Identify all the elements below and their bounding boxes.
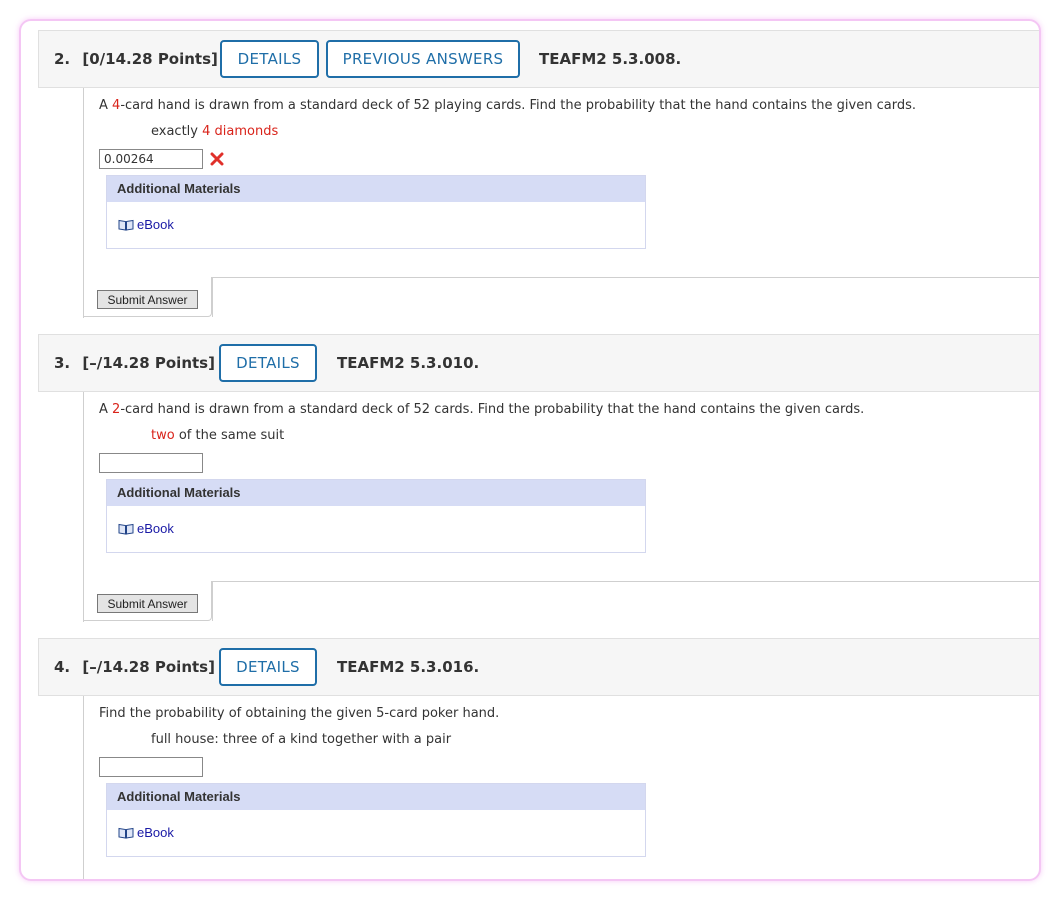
question-number-label: 4. [54, 658, 71, 676]
question-text-suffix: -card hand is drawn from a standard deck… [120, 98, 916, 113]
question-text: A 2-card hand is drawn from a standard d… [99, 402, 864, 417]
answer-input[interactable] [99, 453, 203, 473]
question-number-label: 3. [54, 354, 71, 372]
question-body: A 2-card hand is drawn from a standard d… [83, 392, 1039, 622]
question-body: A 4-card hand is drawn from a standard d… [83, 88, 1039, 318]
divider [212, 581, 1039, 582]
ebook-link[interactable]: eBook [118, 521, 174, 536]
question-header: 2. [0/14.28 Points] DETAILS PREVIOUS ANS… [38, 30, 1039, 88]
additional-materials-panel: Additional Materials eBook [106, 479, 646, 553]
additional-materials-title: Additional Materials [107, 784, 645, 810]
question-text-prefix: A [99, 402, 113, 417]
additional-materials-panel: Additional Materials eBook [106, 175, 646, 249]
question-subtext-suffix: of the same suit [174, 428, 285, 443]
question-header: 4. [–/14.28 Points] DETAILS TEAFM2 5.3.0… [38, 638, 1039, 696]
ebook-label: eBook [137, 825, 174, 840]
question-text-suffix: -card hand is drawn from a standard deck… [120, 402, 865, 417]
incorrect-x-icon [210, 152, 224, 166]
details-button[interactable]: DETAILS [219, 648, 317, 686]
book-icon [118, 523, 134, 535]
book-icon [118, 219, 134, 231]
question-header: 3. [–/14.28 Points] DETAILS TEAFM2 5.3.0… [38, 334, 1039, 392]
question-subtext: exactly 4 diamonds [151, 124, 278, 139]
ebook-link[interactable]: eBook [118, 825, 174, 840]
ebook-link[interactable]: eBook [118, 217, 174, 232]
submit-answer-button[interactable]: Submit Answer [97, 594, 198, 613]
question-code: TEAFM2 5.3.010. [337, 354, 480, 372]
question-number: 2. [0/14.28 Points] [54, 50, 218, 68]
question-subtext: two of the same suit [151, 428, 284, 443]
question-subtext-prefix: exactly [151, 124, 203, 139]
question-subtext: full house: three of a kind together wit… [151, 732, 452, 747]
question-code: TEAFM2 5.3.016. [337, 658, 480, 676]
submit-answer-button[interactable]: Submit Answer [97, 290, 198, 309]
question-body: Find the probability of obtaining the gi… [83, 696, 1039, 879]
question-points: [–/14.28 Points] [82, 658, 215, 676]
question-subtext-highlight: two [151, 428, 175, 443]
question-number: 3. [–/14.28 Points] [54, 354, 215, 372]
additional-materials-title: Additional Materials [107, 480, 645, 506]
question-number: 4. [–/14.28 Points] [54, 658, 215, 676]
ebook-label: eBook [137, 521, 174, 536]
assignment-frame: 2. [0/14.28 Points] DETAILS PREVIOUS ANS… [19, 19, 1041, 881]
divider [212, 277, 1039, 278]
question-text: A 4-card hand is drawn from a standard d… [99, 98, 916, 113]
divider [212, 581, 213, 621]
answer-input[interactable] [99, 757, 203, 777]
previous-answers-button[interactable]: PREVIOUS ANSWERS [326, 40, 520, 78]
question-number-label: 2. [54, 50, 71, 68]
details-button[interactable]: DETAILS [220, 40, 319, 78]
book-icon [118, 827, 134, 839]
question-subtext-highlight: 4 diamonds [202, 124, 279, 139]
details-button[interactable]: DETAILS [219, 344, 317, 382]
additional-materials-title: Additional Materials [107, 176, 645, 202]
question-points: [0/14.28 Points] [82, 50, 218, 68]
question-code: TEAFM2 5.3.008. [539, 50, 682, 68]
ebook-label: eBook [137, 217, 174, 232]
question-points: [–/14.28 Points] [82, 354, 215, 372]
answer-input[interactable] [99, 149, 203, 169]
divider [212, 277, 213, 317]
additional-materials-panel: Additional Materials eBook [106, 783, 646, 857]
question-text-prefix: A [99, 98, 113, 113]
question-text: Find the probability of obtaining the gi… [99, 706, 500, 721]
